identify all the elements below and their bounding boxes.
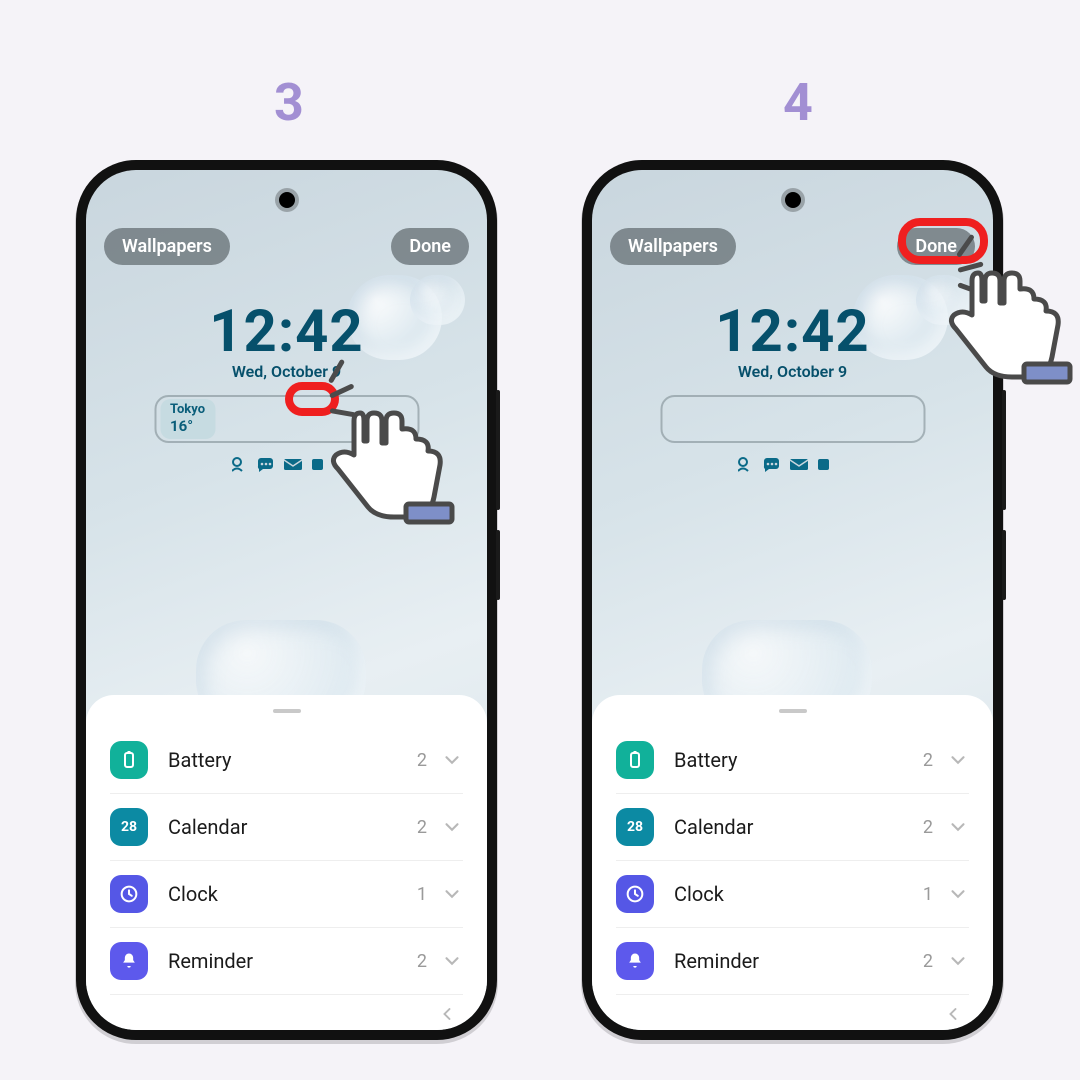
list-item-count: 2 — [923, 817, 933, 838]
list-item[interactable]: 28 Calendar 2 — [616, 794, 969, 861]
list-item[interactable]: 28 Calendar 2 — [110, 794, 463, 861]
chevron-down-icon — [947, 816, 969, 838]
back-button[interactable] — [616, 995, 969, 1030]
camera-hole-icon — [785, 192, 801, 208]
list-item-label: Calendar — [168, 815, 417, 839]
list-item-label: Battery — [168, 748, 417, 772]
battery-icon — [616, 741, 654, 779]
weather-widget[interactable]: Tokyo 16° — [160, 399, 215, 439]
back-button[interactable] — [110, 995, 463, 1030]
list-item[interactable]: Reminder 2 — [616, 928, 969, 995]
list-item-label: Reminder — [674, 949, 923, 973]
list-item-label: Clock — [168, 882, 417, 906]
list-item-count: 2 — [417, 750, 427, 771]
weather-temp: 16° — [170, 418, 205, 435]
chevron-down-icon — [947, 950, 969, 972]
list-item[interactable]: Reminder 2 — [110, 928, 463, 995]
notification-icons-row — [592, 456, 993, 476]
done-button[interactable]: Done — [391, 228, 469, 265]
phone-step-3: Wallpapers Done 12:42 Wed, October 9 Tok… — [76, 160, 497, 1040]
phone-step-4: Wallpapers Done 12:42 Wed, October 9 — [582, 160, 1003, 1040]
notification-icons-row — [86, 456, 487, 476]
wallpapers-button[interactable]: Wallpapers — [104, 228, 230, 265]
widget-slot-empty[interactable] — [660, 395, 925, 443]
chevron-down-icon — [441, 749, 463, 771]
chevron-down-icon — [947, 749, 969, 771]
list-item-label: Calendar — [674, 815, 923, 839]
clock-date: Wed, October 9 — [86, 362, 487, 381]
widget-slot[interactable]: Tokyo 16° — [154, 395, 419, 443]
lockscreen-clock[interactable]: 12:42 Wed, October 9 — [86, 298, 487, 381]
clock-time: 12:42 — [592, 298, 993, 366]
drag-handle-icon[interactable] — [779, 709, 807, 713]
clock-icon — [110, 875, 148, 913]
list-item[interactable]: Clock 1 — [616, 861, 969, 928]
list-item[interactable]: Battery 2 — [616, 727, 969, 794]
bell-icon — [616, 942, 654, 980]
lockscreen-clock[interactable]: 12:42 Wed, October 9 — [592, 298, 993, 381]
list-item[interactable]: Battery 2 — [110, 727, 463, 794]
done-button[interactable]: Done — [897, 228, 975, 265]
list-item-count: 2 — [417, 817, 427, 838]
phone-screen: Wallpapers Done 12:42 Wed, October 9 — [592, 170, 993, 1030]
drag-handle-icon[interactable] — [273, 709, 301, 713]
list-item-label: Reminder — [168, 949, 417, 973]
list-item-count: 2 — [923, 750, 933, 771]
list-item[interactable]: Clock 1 — [110, 861, 463, 928]
calendar-icon: 28 — [616, 808, 654, 846]
list-item-label: Clock — [674, 882, 923, 906]
phone-screen: Wallpapers Done 12:42 Wed, October 9 Tok… — [86, 170, 487, 1030]
chevron-down-icon — [441, 816, 463, 838]
calendar-icon: 28 — [110, 808, 148, 846]
list-item-count: 2 — [923, 951, 933, 972]
widgets-sheet[interactable]: Battery 2 28 Calendar 2 Clock 1 — [86, 695, 487, 1030]
clock-time: 12:42 — [86, 298, 487, 366]
weather-city: Tokyo — [170, 403, 205, 418]
list-item-count: 2 — [417, 951, 427, 972]
chevron-down-icon — [441, 950, 463, 972]
wallpapers-button[interactable]: Wallpapers — [610, 228, 736, 265]
step-number-3: 3 — [274, 72, 304, 133]
chevron-down-icon — [947, 883, 969, 905]
chevron-down-icon — [441, 883, 463, 905]
list-item-count: 1 — [923, 884, 933, 905]
step-number-4: 4 — [783, 72, 813, 133]
list-item-count: 1 — [417, 884, 427, 905]
widgets-sheet[interactable]: Battery 2 28 Calendar 2 Clock 1 — [592, 695, 993, 1030]
camera-hole-icon — [279, 192, 295, 208]
list-item-label: Battery — [674, 748, 923, 772]
bell-icon — [110, 942, 148, 980]
clock-date: Wed, October 9 — [592, 362, 993, 381]
battery-icon — [110, 741, 148, 779]
clock-icon — [616, 875, 654, 913]
